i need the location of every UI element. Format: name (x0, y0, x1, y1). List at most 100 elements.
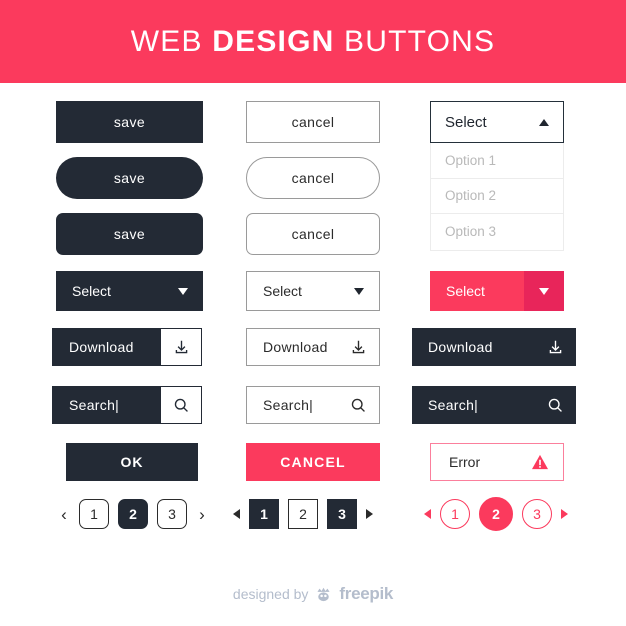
select-dropdown-label: Select (445, 113, 487, 131)
search-icon-box[interactable] (160, 386, 202, 424)
select-outline-wrap: Select (246, 271, 380, 311)
search-field-outline[interactable]: Search | (246, 386, 380, 424)
pagination-page-2[interactable]: 2 (288, 499, 318, 529)
select-dropdown-trigger[interactable]: Select (430, 101, 564, 143)
buttons-showcase: save save save cancel cancel cancel Sele… (0, 83, 626, 626)
cancel-button-rounded[interactable]: cancel (246, 213, 380, 255)
search-icon (351, 398, 365, 412)
search-icon-box[interactable] (337, 387, 379, 423)
select-pink-wrap: Select (430, 271, 564, 311)
pagination-page-3[interactable]: 3 (327, 499, 357, 529)
select-option-1[interactable]: Option 1 (431, 143, 563, 179)
select-outline-arrow (339, 272, 379, 310)
download-icon (549, 340, 561, 353)
search-solid-wrap: Search | (412, 386, 576, 424)
select-option-2[interactable]: Option 2 (431, 179, 563, 214)
caret-down-icon (178, 287, 188, 295)
search-field-dark[interactable]: Search | (52, 386, 202, 424)
search-dark-value[interactable]: Search | (52, 386, 160, 424)
page-title: WEB DESIGN BUTTONS (131, 25, 495, 59)
download-icon-box[interactable] (160, 328, 202, 366)
triangle-right-icon[interactable] (561, 509, 568, 519)
pagination-page-1[interactable]: 1 (249, 499, 279, 529)
select-outline[interactable]: Select (246, 271, 380, 311)
search-icon (174, 398, 188, 412)
warning-icon-box (517, 454, 563, 470)
triangle-left-icon[interactable] (424, 509, 431, 519)
triangle-right-icon[interactable] (366, 509, 373, 519)
download-icon-box[interactable] (337, 329, 379, 365)
search-icon-box[interactable] (534, 386, 576, 424)
select-option-3[interactable]: Option 3 (431, 214, 563, 250)
cancel-button-rounded-wrap: cancel (246, 213, 380, 255)
page-header: WEB DESIGN BUTTONS (0, 0, 626, 83)
cancel-button-pill[interactable]: cancel (246, 157, 380, 199)
footer-text: designed by (232, 586, 309, 602)
download-dark-wrap: Download (52, 328, 202, 366)
select-dark-label: Select (72, 283, 111, 299)
download-button-solid[interactable]: Download (412, 328, 576, 366)
search-field-solid[interactable]: Search | (412, 386, 576, 424)
warning-triangle-icon (532, 454, 548, 470)
download-dark-label: Download (52, 328, 160, 366)
save-button-square-wrap: save (56, 101, 203, 143)
save-button-rounded-wrap: save (56, 213, 203, 255)
error-button[interactable]: Error (430, 443, 564, 481)
save-button-square[interactable]: save (56, 101, 203, 143)
pagination-pink-circles: 1 2 3 (424, 497, 568, 531)
save-button-rounded[interactable]: save (56, 213, 203, 255)
save-button-pill-wrap: save (56, 157, 203, 199)
pagination-page-1[interactable]: 1 (79, 499, 109, 529)
title-part-bold: DESIGN (212, 24, 335, 58)
download-outline-label: Download (263, 339, 328, 355)
select-pink-arrow (524, 271, 564, 311)
search-outline-value[interactable]: Search | (247, 387, 337, 423)
pagination-page-3[interactable]: 3 (522, 499, 552, 529)
error-button-wrap: Error (430, 443, 564, 481)
select-dropdown-list: Option 1 Option 2 Option 3 (430, 143, 564, 251)
ok-button-wrap: OK (66, 443, 198, 481)
select-pink-label: Select (446, 283, 485, 299)
freepik-crown-icon (317, 587, 330, 601)
title-part-2: BUTTONS (334, 24, 496, 58)
download-solid-label: Download (428, 339, 493, 355)
cancel-big-button-wrap: CANCEL (246, 443, 380, 481)
select-dark-wrap: Select (56, 271, 203, 311)
cancel-button-pink[interactable]: CANCEL (246, 443, 380, 481)
caret-down-icon (539, 287, 549, 295)
footer-credit: designed by freepik (0, 584, 626, 604)
pagination-page-3[interactable]: 3 (157, 499, 187, 529)
ok-button[interactable]: OK (66, 443, 198, 481)
search-dark-wrap: Search | (52, 386, 202, 424)
download-solid-wrap: Download (412, 328, 576, 366)
select-outline-label: Select (263, 283, 302, 299)
error-label: Error (449, 454, 481, 470)
triangle-left-icon[interactable] (233, 509, 240, 519)
download-icon (175, 340, 187, 353)
select-pink[interactable]: Select (430, 271, 564, 311)
download-button-outline[interactable]: Download (246, 328, 380, 366)
pagination-next-chevron[interactable]: › (196, 506, 208, 523)
caret-up-icon (539, 118, 549, 126)
pagination-page-2[interactable]: 2 (479, 497, 513, 531)
title-part-1: WEB (130, 24, 213, 58)
cancel-button-square-wrap: cancel (246, 101, 380, 143)
caret-down-icon (354, 287, 364, 295)
footer-brand: freepik (339, 584, 394, 603)
pagination-page-1[interactable]: 1 (440, 499, 470, 529)
select-dark[interactable]: Select (56, 271, 203, 311)
select-dark-arrow (163, 271, 203, 311)
cancel-button-pill-wrap: cancel (246, 157, 380, 199)
search-icon (548, 398, 562, 412)
pagination-square: 1 2 3 (233, 499, 373, 529)
search-solid-value[interactable]: Search | (412, 386, 534, 424)
download-icon (352, 340, 364, 353)
pagination-page-2[interactable]: 2 (118, 499, 148, 529)
pagination-prev-chevron[interactable]: ‹ (58, 506, 70, 523)
cancel-button-square[interactable]: cancel (246, 101, 380, 143)
download-button-dark[interactable]: Download (52, 328, 202, 366)
pagination-rounded: ‹ 1 2 3 › (58, 499, 208, 529)
download-icon-box[interactable] (534, 328, 576, 366)
save-button-pill[interactable]: save (56, 157, 203, 199)
search-outline-wrap: Search | (246, 386, 380, 424)
